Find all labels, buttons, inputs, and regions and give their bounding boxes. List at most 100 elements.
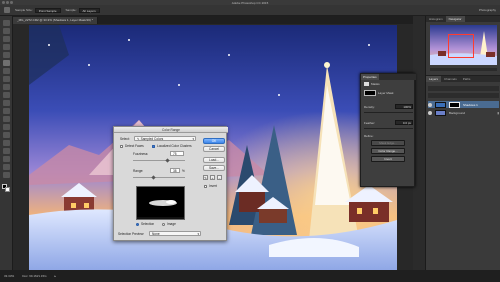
eyedropper-icon[interactable]: ✎: [203, 175, 208, 180]
history-brush-tool-icon[interactable]: [3, 92, 10, 98]
type-tool-icon[interactable]: [3, 140, 10, 146]
eyedropper-tool-icon[interactable]: [3, 60, 10, 66]
image-radio[interactable]: [162, 223, 165, 226]
status-bar: 33.33% Doc: 69.1M/1.15G ▸: [0, 270, 500, 282]
fuzziness-label: Fuzziness:: [133, 152, 149, 156]
visibility-eye-icon[interactable]: [428, 102, 432, 107]
range-input[interactable]: 38: [170, 168, 180, 173]
pen-tool-icon[interactable]: [3, 132, 10, 138]
clone-stamp-tool-icon[interactable]: [3, 84, 10, 90]
navigator-view-box[interactable]: [448, 34, 474, 58]
masks-header: Masks: [364, 82, 413, 86]
layer-thumbnail: [435, 101, 446, 108]
subtract-from-sample-icon[interactable]: −: [217, 175, 222, 180]
density-slider[interactable]: [364, 112, 413, 113]
status-arrow-icon[interactable]: ▸: [55, 274, 57, 278]
range-label: Range:: [133, 169, 144, 173]
refine-row: Refine:: [364, 134, 413, 138]
selection-preview-label: Selection Preview:: [118, 232, 145, 236]
eyedropper-tool-icon[interactable]: [4, 7, 10, 13]
tab-histogram[interactable]: Histogram: [426, 16, 446, 22]
blur-tool-icon[interactable]: [3, 116, 10, 122]
layer-row[interactable]: Background ▮: [428, 109, 499, 116]
visibility-eye-icon[interactable]: [428, 110, 432, 115]
dodge-tool-icon[interactable]: [3, 124, 10, 130]
density-input[interactable]: 100%: [395, 104, 413, 109]
fuzziness-input[interactable]: 75: [170, 151, 184, 156]
layer-row[interactable]: Shadows 1: [428, 101, 499, 108]
ok-button[interactable]: OK: [203, 138, 225, 144]
properties-panel: Properties Masks Layer Mask Density: 100…: [360, 73, 416, 187]
invert-button[interactable]: Invert: [371, 156, 405, 162]
document-tab-bar: _MG_2272.CR2 @ 33.3% (Shadows 1, Layer M…: [13, 16, 413, 24]
selection-preview-thumbnail: [136, 186, 185, 220]
photoshop-app: Adobe Photoshop CC 2015 Sample Size: Poi…: [0, 0, 500, 282]
brush-tool-icon[interactable]: [3, 76, 10, 82]
quick-select-tool-icon[interactable]: [3, 44, 10, 50]
shape-tool-icon[interactable]: [3, 156, 10, 162]
document-tab[interactable]: _MG_2272.CR2 @ 33.3% (Shadows 1, Layer M…: [13, 17, 98, 24]
blend-mode-bar[interactable]: [428, 93, 499, 98]
zoom-level[interactable]: 33.33%: [4, 274, 14, 278]
invert-checkbox[interactable]: [204, 185, 207, 188]
tab-navigator[interactable]: Navigator: [445, 16, 465, 22]
detect-faces-checkbox[interactable]: [120, 145, 123, 148]
load-button[interactable]: Load...: [203, 157, 225, 163]
feather-input[interactable]: 0.0 px: [395, 120, 413, 125]
hand-tool-icon[interactable]: [3, 164, 10, 170]
healing-tool-icon[interactable]: [3, 68, 10, 74]
crop-tool-icon[interactable]: [3, 52, 10, 58]
selection-radio-label: Selection: [141, 222, 155, 226]
layers-panel: Shadows 1 Background ▮: [426, 82, 500, 267]
density-row: Density: 100%: [364, 104, 413, 109]
zoom-tool-icon[interactable]: [3, 172, 10, 178]
gradient-tool-icon[interactable]: [3, 108, 10, 114]
background-color-swatch[interactable]: [5, 187, 10, 192]
layer-thumbnail: [435, 109, 446, 116]
tab-properties[interactable]: Properties: [361, 74, 379, 80]
image-radio-label: Image: [167, 222, 176, 226]
feather-slider[interactable]: [364, 128, 413, 129]
sample-select[interactable]: All Layers: [78, 7, 100, 13]
select-label: Select:: [120, 137, 130, 141]
localized-clusters-checkbox[interactable]: [152, 145, 155, 148]
path-select-tool-icon[interactable]: [3, 148, 10, 154]
mask-thumbnail: [364, 90, 376, 96]
detect-faces-label: Detect Faces: [125, 144, 144, 148]
mask-type-row: Layer Mask: [364, 90, 413, 96]
lock-icon: ▮: [497, 110, 499, 115]
layer-name: Shadows 1: [463, 102, 478, 107]
range-unit: %: [182, 169, 185, 173]
right-panel-dock: Histogram Navigator Layers Channels Path…: [425, 16, 500, 270]
marquee-tool-icon[interactable]: [3, 28, 10, 34]
refine-label: Refine:: [364, 134, 374, 138]
feather-label: Feather:: [364, 120, 376, 125]
select-dropdown[interactable]: ✎ Sampled Colors: [134, 136, 196, 141]
layer-mask-thumbnail[interactable]: [449, 101, 460, 108]
sample-size-select[interactable]: Point Sample: [34, 7, 61, 13]
selection-preview-select[interactable]: None: [149, 231, 201, 236]
navigator-preview[interactable]: [430, 25, 497, 65]
add-to-sample-icon[interactable]: +: [210, 175, 215, 180]
selection-radio[interactable]: [136, 223, 139, 226]
save-button[interactable]: Save...: [203, 165, 225, 171]
lasso-tool-icon[interactable]: [3, 36, 10, 42]
fuzziness-slider[interactable]: [133, 160, 185, 161]
layer-filter-bar[interactable]: [428, 86, 499, 91]
feather-row: Feather: 0.0 px: [364, 120, 413, 125]
move-tool-icon[interactable]: [3, 20, 10, 26]
select-value: Sampled Colors: [140, 137, 164, 141]
eraser-tool-icon[interactable]: [3, 100, 10, 106]
fuzziness-slider-knob[interactable]: [165, 158, 170, 163]
density-label: Density:: [364, 104, 375, 109]
mask-edge-button[interactable]: Mask Edge...: [371, 140, 405, 146]
navigator-zoom-slider[interactable]: [430, 68, 497, 71]
workspace-switcher[interactable]: Photography: [479, 8, 496, 12]
range-slider-knob[interactable]: [151, 175, 156, 180]
options-bar: Sample Size: Point Sample Sample: All La…: [0, 5, 500, 16]
mask-type: Layer Mask: [378, 91, 394, 95]
layer-name: Background: [449, 110, 466, 115]
range-slider[interactable]: [133, 177, 185, 178]
cancel-button[interactable]: Cancel: [203, 146, 225, 152]
color-range-button[interactable]: Color Range...: [371, 148, 405, 154]
